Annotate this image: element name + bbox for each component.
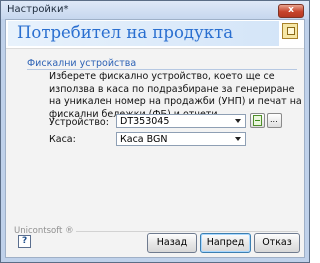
register-select[interactable]: Каса BGN <box>116 132 246 146</box>
dialog-body: Потребител на продукта Фискални устройст… <box>5 19 305 258</box>
header-banner: Потребител на продукта <box>8 21 279 46</box>
help-icon[interactable]: ? <box>18 235 31 248</box>
register-select-value: Каса BGN <box>120 134 168 145</box>
settings-window: Настройки* x Потребител на продукта Фиск… <box>0 0 310 263</box>
page-title: Потребител на продукта <box>17 23 234 42</box>
title-bar[interactable]: Настройки* x <box>1 1 309 19</box>
cancel-button[interactable]: Отказ <box>254 233 300 253</box>
window-title: Настройки* <box>7 4 69 15</box>
section-title: Фискални устройства <box>27 58 137 69</box>
help-glyph: ? <box>22 236 28 246</box>
back-button[interactable]: Назад <box>147 233 197 253</box>
next-button[interactable]: Напред <box>200 233 251 253</box>
close-icon: x <box>288 5 294 15</box>
section-divider <box>27 69 297 70</box>
chevron-down-icon <box>235 119 241 123</box>
browse-label: ... <box>270 115 278 124</box>
chevron-down-icon <box>235 137 241 141</box>
wizard-logo-icon <box>282 23 298 39</box>
close-button[interactable]: x <box>278 4 304 18</box>
wizard-header: Потребител на продукта <box>6 20 304 49</box>
device-select-value: DT353045 <box>120 116 170 127</box>
refresh-icon <box>253 115 262 126</box>
register-label: Каса: <box>49 134 76 145</box>
device-label: Устройство: <box>49 117 109 128</box>
browse-button[interactable]: ... <box>267 113 282 128</box>
footer-divider <box>76 231 298 232</box>
refresh-button[interactable] <box>250 113 265 128</box>
device-select[interactable]: DT353045 <box>116 114 246 128</box>
